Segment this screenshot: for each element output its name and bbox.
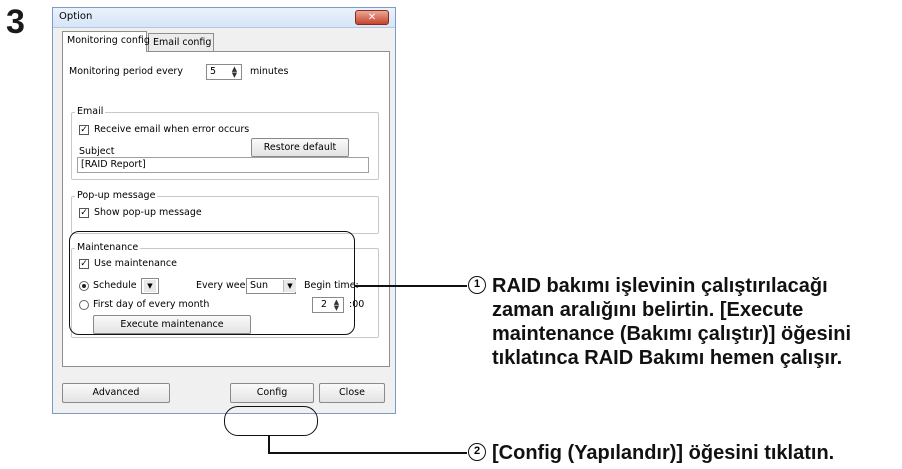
callout-1-line: tıklatınca RAID Bakımı hemen çalışır. (492, 347, 843, 369)
receive-email-label: Receive email when error occurs (94, 124, 250, 135)
minutes-label: minutes (250, 66, 289, 77)
callout-1-line: RAID bakımı işlevinin çalıştırılacağı (492, 275, 828, 297)
option-dialog: Option ✕ Monitoring config Email config … (52, 7, 396, 414)
callout-1-number: 1 (468, 276, 486, 294)
config-button[interactable]: Config (230, 383, 314, 403)
show-popup-label: Show pop-up message (94, 207, 202, 218)
callout-2-connector-horizontal (268, 452, 467, 454)
close-window-button[interactable]: ✕ (355, 10, 389, 25)
tab-monitoring-config[interactable]: Monitoring config (62, 31, 150, 52)
title-bar: Option ✕ (53, 8, 395, 28)
callout-1-line: maintenance (Bakımı çalıştır)] öğesini (492, 323, 851, 345)
config-highlight (224, 406, 318, 436)
callout-2-number: 2 (468, 443, 486, 461)
monitoring-period-label: Monitoring period every (69, 66, 183, 77)
show-popup-checkbox[interactable]: ✓ (79, 208, 89, 218)
callout-2-connector-vertical (268, 436, 270, 453)
popup-group-label: Pop-up message (75, 190, 158, 201)
advanced-button[interactable]: Advanced (62, 383, 170, 403)
close-button[interactable]: Close (319, 383, 385, 403)
spinner-arrows-icon[interactable]: ▲ ▼ (229, 66, 240, 79)
receive-email-checkbox[interactable]: ✓ (79, 125, 89, 135)
tab-email-config[interactable]: Email config (148, 33, 214, 51)
restore-default-button[interactable]: Restore default (251, 138, 349, 157)
callout-1-text: RAID bakımı işlevinin çalıştırılacağı za… (492, 274, 851, 370)
email-group-label: Email (75, 106, 106, 117)
monitoring-period-value: 5 (210, 66, 217, 77)
maintenance-highlight (69, 231, 355, 335)
step-number: 3 (6, 3, 25, 41)
callout-1-connector (355, 285, 467, 287)
monitoring-period-stepper[interactable]: 5 ▲ ▼ (206, 64, 242, 80)
close-icon: ✕ (367, 12, 377, 23)
callout-2-text: [Config (Yapılandır)] öğesini tıklatın. (492, 442, 835, 464)
dialog-title: Option (59, 11, 93, 22)
subject-input[interactable]: [RAID Report] (77, 157, 369, 173)
callout-1-line: zaman aralığını belirtin. [Execute (492, 299, 804, 321)
